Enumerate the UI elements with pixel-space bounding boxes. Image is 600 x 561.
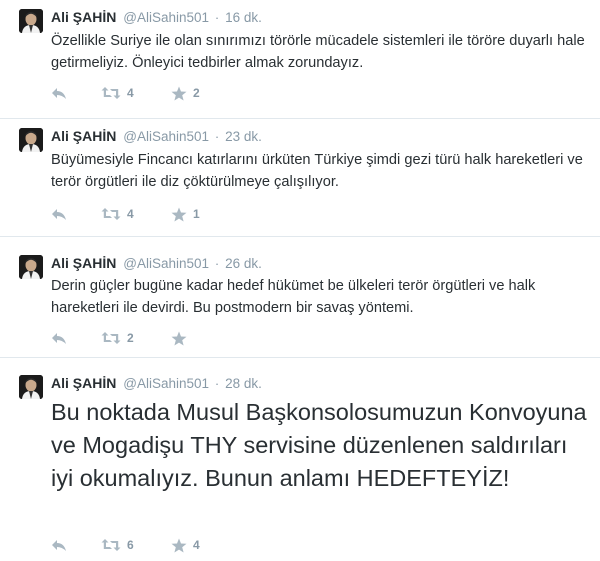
- tweet-text: Büyümesiyle Fincancı katırlarını ürküten…: [51, 152, 583, 190]
- star-icon: [171, 538, 187, 552]
- reply-icon: [52, 540, 66, 551]
- retweet-icon: [101, 208, 121, 220]
- author-username[interactable]: @AliSahin501: [123, 129, 209, 144]
- author-name[interactable]: Ali ŞAHİN: [51, 255, 116, 271]
- author-name[interactable]: Ali ŞAHİN: [51, 9, 116, 25]
- author-username[interactable]: @AliSahin501: [123, 256, 209, 271]
- separator: ·: [214, 10, 220, 25]
- reply-button[interactable]: [51, 536, 67, 554]
- reply-button[interactable]: [51, 84, 67, 102]
- reply-button[interactable]: [51, 205, 67, 223]
- star-icon: [171, 331, 187, 345]
- timeline: Ali ŞAHİN @AliSahin501 · 16 dk. Özellikl…: [0, 0, 600, 561]
- tweet-header: Ali ŞAHİN @AliSahin501 · 26 dk.: [51, 254, 262, 272]
- timestamp[interactable]: 26 dk.: [225, 256, 262, 271]
- author-name[interactable]: Ali ŞAHİN: [51, 128, 116, 144]
- timestamp[interactable]: 28 dk.: [225, 376, 262, 391]
- timestamp[interactable]: 23 dk.: [225, 129, 262, 144]
- favorite-count: 2: [193, 86, 200, 100]
- author-name[interactable]: Ali ŞAHİN: [51, 375, 116, 391]
- favorite-count: 1: [193, 207, 200, 221]
- retweet-count: 4: [127, 86, 134, 100]
- tweet: Ali ŞAHİN @AliSahin501 · 16 dk. Özellikl…: [0, 0, 600, 119]
- tweet-text: Bu noktada Musul Başkonsolosumuzun Konvo…: [51, 399, 587, 491]
- retweet-icon: [101, 87, 121, 99]
- tweet-text: Özellikle Suriye ile olan sınırımızı tör…: [51, 33, 585, 71]
- retweet-button[interactable]: 2: [101, 329, 134, 347]
- retweet-button[interactable]: 4: [101, 84, 134, 102]
- tweet-text: Derin güçler bugüne kadar hedef hükümet …: [51, 278, 536, 316]
- author-username[interactable]: @AliSahin501: [123, 10, 209, 25]
- favorite-button[interactable]: 1: [171, 205, 200, 223]
- avatar-photo-icon: [19, 375, 43, 399]
- separator: ·: [214, 376, 220, 391]
- reply-icon: [52, 88, 66, 99]
- reply-icon: [52, 209, 66, 220]
- retweet-count: 4: [127, 207, 134, 221]
- favorite-button[interactable]: [171, 329, 193, 347]
- separator: ·: [214, 129, 220, 144]
- retweet-button[interactable]: 4: [101, 205, 134, 223]
- reply-icon: [52, 333, 66, 344]
- favorite-button[interactable]: 2: [171, 84, 200, 102]
- retweet-count: 6: [127, 538, 134, 552]
- tweet-header: Ali ŞAHİN @AliSahin501 · 16 dk.: [51, 8, 262, 26]
- avatar-photo-icon: [19, 255, 43, 279]
- avatar[interactable]: [19, 9, 43, 33]
- retweet-icon: [101, 332, 121, 344]
- avatar[interactable]: [19, 255, 43, 279]
- separator: ·: [214, 256, 220, 271]
- tweet: Ali ŞAHİN @AliSahin501 · 26 dk. Derin gü…: [0, 237, 600, 358]
- avatar-photo-icon: [19, 9, 43, 33]
- avatar[interactable]: [19, 375, 43, 399]
- favorite-count: 4: [193, 538, 200, 552]
- star-icon: [171, 86, 187, 100]
- timestamp[interactable]: 16 dk.: [225, 10, 262, 25]
- tweet-header: Ali ŞAHİN @AliSahin501 · 23 dk.: [51, 127, 262, 145]
- retweet-button[interactable]: 6: [101, 536, 134, 554]
- tweet-header: Ali ŞAHİN @AliSahin501 · 28 dk.: [51, 374, 262, 392]
- tweet: Ali ŞAHİN @AliSahin501 · 28 dk. Bu nokta…: [0, 358, 600, 561]
- retweet-count: 2: [127, 331, 134, 345]
- avatar-photo-icon: [19, 128, 43, 152]
- reply-button[interactable]: [51, 329, 67, 347]
- author-username[interactable]: @AliSahin501: [123, 376, 209, 391]
- avatar[interactable]: [19, 128, 43, 152]
- star-icon: [171, 207, 187, 221]
- retweet-icon: [101, 539, 121, 551]
- favorite-button[interactable]: 4: [171, 536, 200, 554]
- tweet: Ali ŞAHİN @AliSahin501 · 23 dk. Büyümesi…: [0, 119, 600, 237]
